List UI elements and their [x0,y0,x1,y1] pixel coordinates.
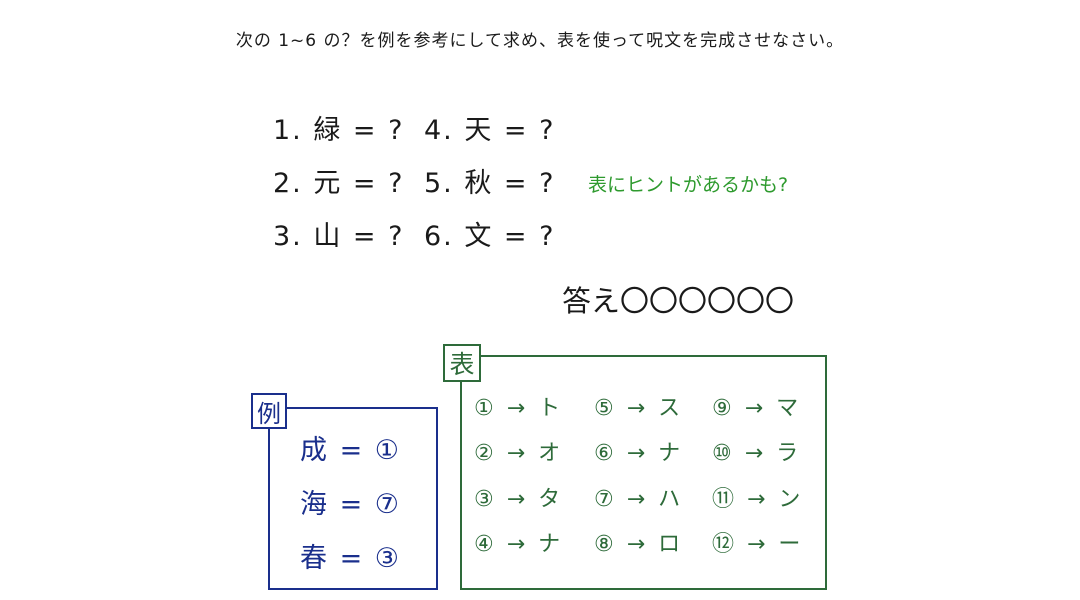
table-cell: ⑥ → ナ [594,441,684,466]
table-cell: ⑧ → ロ [594,532,684,557]
question-6: 6. 文 = ? [424,221,556,252]
table-cell: ⑪ → ン [712,487,804,512]
table-cell: ④ → ナ [474,532,564,557]
example-line-1: 成 = ① [300,435,401,466]
example-line-3: 春 = ③ [300,543,401,574]
table-cell: ② → オ [474,441,564,466]
question-3: 3. 山 = ? [273,221,405,252]
table-cell: ⑨ → マ [712,396,802,421]
hint-text: 表にヒントがあるかも? [588,174,789,196]
answer-blanks: 〇〇〇〇〇〇 [620,284,795,318]
question-5: 5. 秋 = ? [424,168,556,199]
answer-label: 答え [562,284,621,318]
table-tag: 表 [443,344,481,382]
instruction-text: 次の 1~6 の？を例を参考にして求め、表を使って呪文を完成させなさい。 [235,31,845,51]
table-cell: ① → ト [474,396,564,421]
question-2: 2. 元 = ? [273,168,405,199]
answer-line: 答え〇〇〇〇〇〇 [562,278,794,320]
example-tag: 例 [251,393,287,429]
table-cell: ⑤ → ス [594,396,684,421]
question-4: 4. 天 = ? [424,115,556,146]
question-1: 1. 緑 = ? [273,115,405,146]
table-cell: ⑫ → ー [712,532,804,557]
example-line-2: 海 = ⑦ [300,489,401,520]
table-cell: ⑦ → ハ [594,487,684,512]
table-cell: ③ → タ [474,487,564,512]
table-cell: ⑩ → ラ [712,441,802,466]
